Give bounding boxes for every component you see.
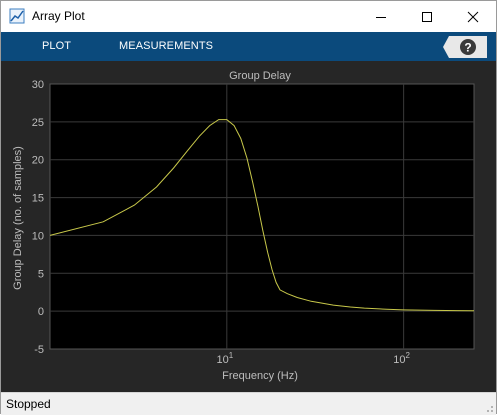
x-tick-label: 102 xyxy=(393,351,410,366)
x-tick-label: 101 xyxy=(216,351,233,366)
y-tick-label: 30 xyxy=(32,79,44,91)
y-axis-label: Group Delay (no. of samples) xyxy=(12,146,24,290)
plot-app-icon xyxy=(9,8,25,24)
y-tick-label: 20 xyxy=(32,155,44,167)
y-tick-labels: 30 25 20 15 10 5 0 -5 xyxy=(32,79,44,356)
y-tick-label: 5 xyxy=(38,268,44,280)
resize-grip-icon[interactable] xyxy=(484,403,494,413)
y-tick-label: 10 xyxy=(32,230,44,242)
maximize-icon xyxy=(422,11,432,22)
status-bar: Stopped xyxy=(1,392,496,415)
plot-area: Group Delay 30 25 20 15 10 5 0 -5 101 102 Freque… xyxy=(1,61,496,391)
close-button[interactable] xyxy=(450,1,496,32)
title-bar[interactable]: Array Plot xyxy=(1,1,496,32)
y-tick-label: 15 xyxy=(32,193,44,205)
x-tick-labels: 101 102 xyxy=(216,351,410,366)
minimize-icon xyxy=(376,16,386,18)
minimize-button[interactable] xyxy=(358,1,404,32)
y-tick-label: -5 xyxy=(34,344,44,356)
window-title: Array Plot xyxy=(32,9,85,23)
y-tick-label: 0 xyxy=(38,306,44,318)
close-icon xyxy=(467,11,479,22)
x-axis-label: Frequency (Hz) xyxy=(222,370,298,382)
help-button[interactable]: ? xyxy=(443,36,487,58)
tab-plot[interactable]: PLOT xyxy=(42,40,71,52)
maximize-button[interactable] xyxy=(404,1,450,32)
toolstrip: PLOT MEASUREMENTS xyxy=(1,32,496,61)
chart-title: Group Delay xyxy=(229,70,291,82)
y-tick-label: 25 xyxy=(32,117,44,129)
status-text: Stopped xyxy=(6,397,51,411)
help-icon: ? xyxy=(464,41,471,55)
array-plot-window: Array Plot PLOT MEASUREMENTS ? Group Del… xyxy=(0,0,497,415)
tab-measurements[interactable]: MEASUREMENTS xyxy=(119,40,213,52)
group-delay-chart[interactable]: Group Delay 30 25 20 15 10 5 0 -5 101 102 Freque… xyxy=(1,61,496,391)
